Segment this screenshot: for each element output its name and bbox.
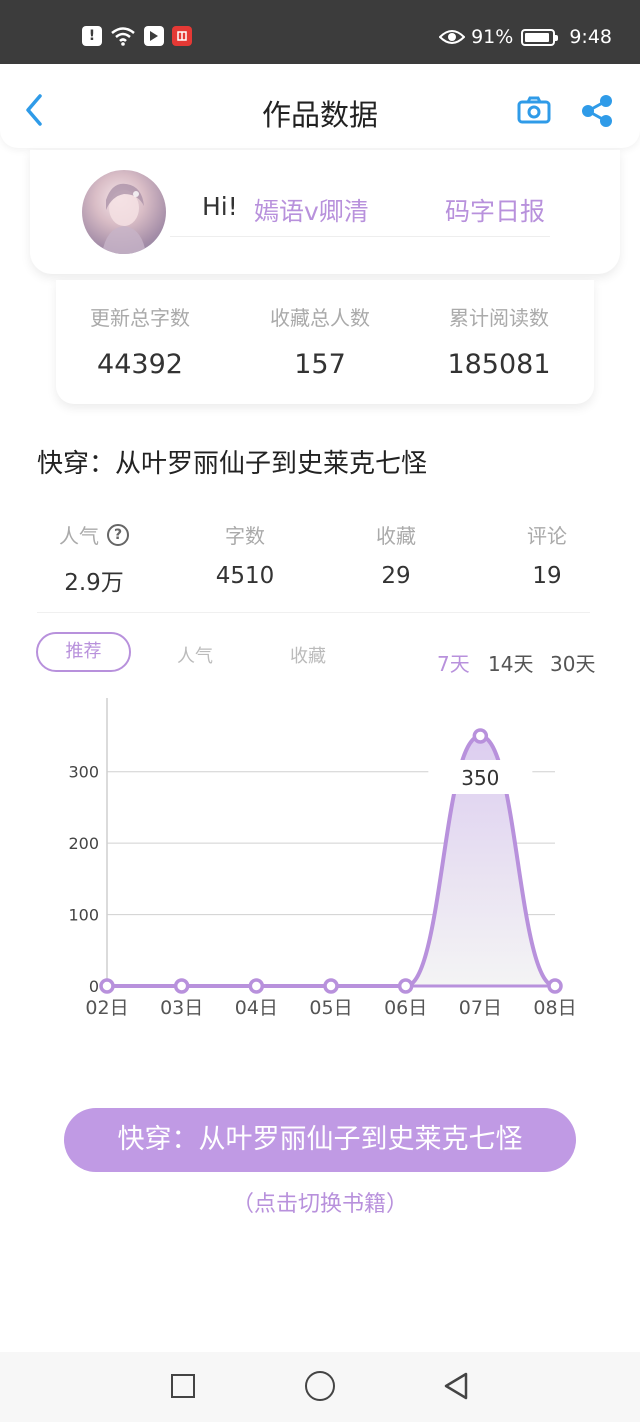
share-icon[interactable] xyxy=(580,94,614,128)
data-point xyxy=(323,978,339,994)
circle-icon[interactable] xyxy=(305,1371,335,1401)
stat-label: 人气 xyxy=(59,524,99,548)
daily-report-link[interactable]: 码字日报 xyxy=(445,192,545,228)
data-point xyxy=(173,978,190,994)
range-14-days[interactable]: 14天 xyxy=(488,648,533,677)
greeting-text: Hi! xyxy=(202,192,238,221)
y-tick-label: 0 xyxy=(89,977,99,996)
total-words: 更新总字数 44392 xyxy=(60,302,220,380)
stat-label: 收藏 xyxy=(376,524,416,548)
total-value: 185081 xyxy=(447,349,551,380)
total-label: 累计阅读数 xyxy=(449,306,549,330)
data-point xyxy=(248,978,265,994)
triangle-back-icon[interactable] xyxy=(440,1370,472,1402)
data-point xyxy=(99,978,115,994)
book-app-icon xyxy=(172,26,192,46)
wifi-icon xyxy=(111,27,135,46)
stat-favorites: 收藏 29 xyxy=(326,520,466,589)
eye-icon xyxy=(439,30,466,44)
username: 嫣语v卿清 xyxy=(254,197,369,226)
x-tick-label: 05日 xyxy=(309,997,352,1019)
help-icon[interactable]: ? xyxy=(107,523,129,546)
profile-card: Hi! 嫣语v卿清 码字日报 xyxy=(30,150,620,274)
stat-value: 2.9万 xyxy=(64,570,124,596)
square-icon[interactable] xyxy=(171,1374,195,1398)
status-right: 91% 9:48 xyxy=(439,26,612,48)
range-30-days[interactable]: 30天 xyxy=(550,648,595,677)
total-value: 157 xyxy=(294,349,346,380)
divider xyxy=(170,236,550,237)
stat-popularity: 人气 ? 2.9万 xyxy=(24,520,164,597)
data-point xyxy=(472,728,489,744)
tab-popularity[interactable]: 人气 xyxy=(177,642,213,668)
x-tick-label: 07日 xyxy=(459,997,502,1019)
tab-recommend[interactable]: 推荐 xyxy=(36,632,131,672)
status-bar: ! 91% 9:48 xyxy=(0,0,640,64)
status-time: 9:48 xyxy=(569,26,612,48)
stat-value: 19 xyxy=(532,563,562,589)
range-7-days[interactable]: 7天 xyxy=(437,648,470,677)
x-tick-label: 08日 xyxy=(533,997,576,1019)
x-tick-label: 03日 xyxy=(160,997,203,1019)
divider xyxy=(37,612,590,613)
y-tick-label: 200 xyxy=(68,834,99,853)
stat-words: 字数 4510 xyxy=(175,520,315,589)
nav-app-icon xyxy=(144,26,164,46)
y-tick-label: 100 xyxy=(68,906,99,925)
data-point xyxy=(547,978,563,994)
battery-icon xyxy=(521,28,559,46)
stat-label: 字数 xyxy=(225,524,265,548)
book-switch-button[interactable]: 快穿：从叶罗丽仙子到史莱克七怪 xyxy=(64,1108,576,1172)
alert-icon: ! xyxy=(82,26,102,46)
switch-book-hint[interactable]: （点击切换书籍） xyxy=(0,1186,640,1218)
app-header: 作品数据 xyxy=(0,64,640,148)
book-glyph-icon xyxy=(177,31,187,41)
tab-favorites[interactable]: 收藏 xyxy=(290,642,326,668)
book-title: 快穿：从叶罗丽仙子到史莱克七怪 xyxy=(37,449,428,479)
avatar[interactable] xyxy=(82,170,166,254)
battery-percent: 91% xyxy=(471,26,514,48)
total-value: 44392 xyxy=(97,349,183,380)
total-reads: 累计阅读数 185081 xyxy=(419,302,579,380)
totals-card: 更新总字数 44392 收藏总人数 157 累计阅读数 185081 xyxy=(56,280,594,404)
y-tick-label: 300 xyxy=(68,763,99,782)
x-tick-label: 02日 xyxy=(85,997,128,1019)
battery-fill xyxy=(525,32,550,42)
recommend-chart: 0 100 200 300 02日 03日 04日 05日 06日 07日 08日 350 xyxy=(68,698,577,1019)
stat-label-row: 人气 ? xyxy=(24,520,164,549)
x-tick-label: 06日 xyxy=(384,997,427,1019)
system-nav-bar xyxy=(0,1352,640,1422)
stat-value: 29 xyxy=(381,563,411,589)
total-favorites: 收藏总人数 157 xyxy=(240,302,400,380)
total-label: 更新总字数 xyxy=(90,306,190,330)
value-label: 350 xyxy=(461,766,499,790)
camera-icon[interactable] xyxy=(517,96,551,124)
stat-value: 4510 xyxy=(215,563,275,589)
stat-label: 评论 xyxy=(527,524,567,548)
status-left-icons: ! xyxy=(82,26,192,46)
x-tick-label: 04日 xyxy=(235,997,278,1019)
nav-arrow-icon xyxy=(150,31,158,41)
stat-comments: 评论 19 xyxy=(477,520,617,589)
data-point xyxy=(397,978,414,994)
avatar-portrait xyxy=(102,183,146,254)
total-label: 收藏总人数 xyxy=(270,306,370,330)
